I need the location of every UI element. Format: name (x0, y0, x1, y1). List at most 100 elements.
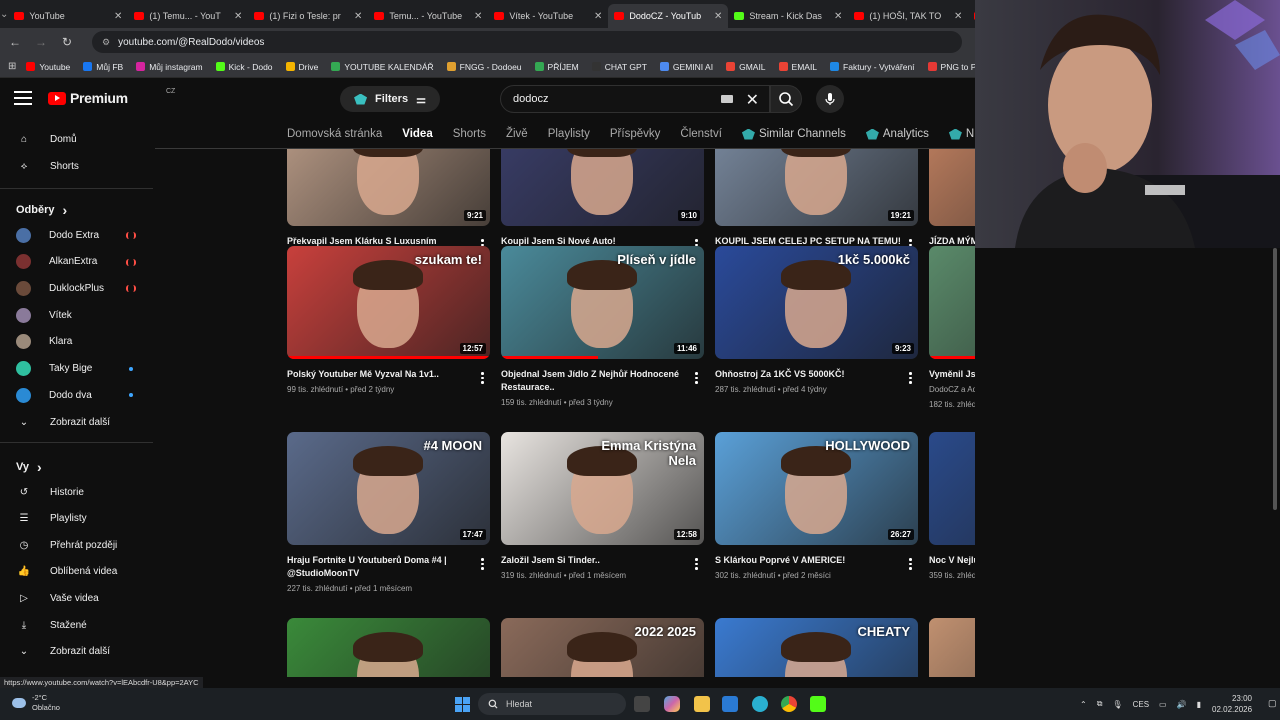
bookmark-item[interactable]: Drive (285, 62, 318, 72)
search-button[interactable] (770, 85, 802, 113)
video-title[interactable]: Ohňostroj Za 1KČ VS 5000KČ! (715, 368, 905, 381)
menu-icon[interactable] (14, 91, 32, 105)
video-thumbnail[interactable]: 19:21 (715, 149, 918, 226)
apps-icon[interactable]: ⊞ (8, 61, 16, 72)
video-thumbnail[interactable]: #4 MOON 17:47 (287, 432, 490, 545)
filters-button[interactable]: Filters ⚌ (340, 86, 440, 112)
video-card[interactable]: 11:01 Vyměnil Jsem Svoje Auta Za Lambo.. D… (929, 246, 975, 411)
browser-tab[interactable]: Stream - Kick Das ✕ (728, 4, 848, 28)
video-card[interactable]: 2022 2025 (501, 618, 704, 677)
video-title[interactable]: Objednal Jsem Jídlo Z Nejhůř Hodnocené R… (501, 368, 691, 394)
chrome-icon[interactable] (781, 696, 797, 712)
reload-icon[interactable]: ↻ (60, 35, 74, 49)
video-thumbnail[interactable]: =1000kč (929, 618, 975, 677)
video-thumbnail[interactable]: RANDE11:55 (929, 432, 975, 545)
tab-příspěvky[interactable]: Příspěvky (610, 128, 661, 140)
task-view-icon[interactable] (634, 696, 650, 712)
video-card[interactable]: CHEATY (715, 618, 918, 677)
tab-close-icon[interactable]: ✕ (234, 11, 242, 22)
more-actions-icon[interactable] (481, 372, 484, 386)
back-icon[interactable]: ← (8, 35, 22, 49)
video-thumbnail[interactable] (929, 149, 975, 226)
forward-icon[interactable]: → (34, 35, 48, 49)
network-icon[interactable]: ▭ (1159, 700, 1167, 709)
bookmark-item[interactable]: Kick - Dodo (215, 62, 273, 72)
video-card[interactable]: #4 MOON 17:47 Hraju Fortnite U Youtuberů D… (287, 432, 490, 595)
bookmark-item[interactable]: YOUTUBE KALENDÁŘ (331, 62, 434, 72)
video-card[interactable]: HOLLYWOOD 26:27 S Klárkou Poprvé V AMERICE… (715, 432, 918, 582)
edge-icon[interactable] (752, 696, 768, 712)
copilot-icon[interactable] (664, 696, 680, 712)
video-author[interactable]: DodoCZ a Adam Bořík (929, 384, 975, 396)
video-title[interactable]: Založil Jsem Si Tinder.. (501, 554, 691, 567)
video-thumbnail[interactable]: Plíseň v jídle 11:46 (501, 246, 704, 359)
tab-close-icon[interactable]: ✕ (354, 11, 362, 22)
weather-widget[interactable]: -2°C Oblačno (12, 693, 60, 713)
bookmark-item[interactable]: CHAT GPT (591, 62, 647, 72)
browser-tab[interactable]: (1) Fizi o Tesle: pr ✕ (248, 4, 368, 28)
browser-tab[interactable]: Vítek - YouTube ✕ (488, 4, 608, 28)
taskbar-clock[interactable]: 23:00 02.02.2026 (1212, 693, 1252, 715)
video-thumbnail[interactable]: 11:01 (929, 246, 975, 359)
bookmark-item[interactable]: Můj FB (83, 62, 123, 72)
video-card[interactable]: =1000kč (929, 618, 975, 677)
video-title[interactable]: Noc V Nejluxusnějším Hotelu S Klárkou! (929, 554, 975, 567)
video-title[interactable]: Hraju Fortnite U Youtuberů Doma #4 | @St… (287, 554, 477, 580)
video-thumbnail[interactable]: 2022 2025 (501, 618, 704, 677)
browser-tab[interactable]: DodoCZ - YouTub ✕ (608, 4, 729, 28)
tab-close-icon[interactable]: ✕ (954, 11, 962, 22)
file-explorer-icon[interactable] (694, 696, 710, 712)
bookmark-item[interactable]: Youtube (26, 62, 70, 72)
more-actions-icon[interactable] (909, 558, 912, 572)
volume-icon[interactable]: 🔊 (1177, 700, 1187, 709)
search-input[interactable]: dodocz ✕ (500, 85, 770, 113)
video-thumbnail[interactable]: szukam te! 12:57 (287, 246, 490, 359)
browser-tab[interactable]: Temu... - YouTube ✕ (368, 4, 488, 28)
video-card[interactable]: Emma Kristýna Nela 12:58 Založil Jsem Si T… (501, 432, 704, 582)
bookmark-item[interactable]: FNGG - Dodoeu (446, 62, 522, 72)
tab-živě[interactable]: Živě (506, 128, 528, 140)
browser-tab[interactable]: (1) HOŠI, TAK TO ✕ (848, 4, 968, 28)
video-thumbnail[interactable]: Emma Kristýna Nela 12:58 (501, 432, 704, 545)
more-actions-icon[interactable] (695, 558, 698, 572)
microphone-tray-icon[interactable]: 🎙 (1112, 700, 1122, 709)
tab-shorts[interactable]: Shorts (453, 128, 486, 140)
video-thumbnail[interactable] (287, 618, 490, 677)
tab-videa[interactable]: Videa (402, 128, 432, 140)
tab-playlisty[interactable]: Playlisty (548, 128, 590, 140)
browser-tab[interactable]: YouTube ✕ (8, 4, 128, 28)
video-card[interactable]: Plíseň v jídle 11:46 Objednal Jsem Jídlo Z… (501, 246, 704, 409)
bookmark-item[interactable]: Můj instagram (136, 62, 203, 72)
video-thumbnail[interactable]: 9:10 (501, 149, 704, 226)
site-info-icon[interactable]: ⚙ (102, 37, 110, 48)
tab-členství[interactable]: Členství (680, 128, 722, 140)
tab-similar-channels[interactable]: Similar Channels (741, 128, 846, 140)
tab-close-icon[interactable]: ✕ (834, 11, 842, 22)
battery-icon[interactable]: ▮ (1197, 700, 1201, 709)
tab-close-icon[interactable]: ✕ (474, 11, 482, 22)
youtube-logo[interactable]: Premium CZ (48, 88, 175, 106)
bookmark-item[interactable]: EMAIL (778, 62, 817, 72)
more-actions-icon[interactable] (481, 558, 484, 572)
outlook-icon[interactable] (722, 696, 738, 712)
video-thumbnail[interactable]: HOLLYWOOD 26:27 (715, 432, 918, 545)
video-card[interactable]: 1kč 5.000kč 9:23 Ohňostroj Za 1KČ VS 5000K… (715, 246, 918, 396)
taskbar-search[interactable]: Hledat (478, 693, 626, 715)
tab-search-icon[interactable]: ⌄ (0, 0, 8, 28)
tab-close-icon[interactable]: ✕ (114, 11, 122, 22)
language-indicator[interactable]: CES (1133, 700, 1149, 709)
bookmark-item[interactable]: GEMINI AI (659, 62, 713, 72)
more-actions-icon[interactable] (695, 372, 698, 386)
notifications-icon[interactable]: ▢ (1268, 698, 1277, 709)
video-title[interactable]: Polský Youtuber Mě Vyzval Na 1v1.. (287, 368, 477, 381)
video-thumbnail[interactable]: 9:21 (287, 149, 490, 226)
bookmark-item[interactable]: Faktury - Vytváření (830, 62, 915, 72)
start-icon[interactable] (455, 697, 470, 712)
video-thumbnail[interactable]: 1kč 5.000kč 9:23 (715, 246, 918, 359)
video-thumbnail[interactable]: CHEATY (715, 618, 918, 677)
video-card[interactable]: szukam te! 12:57 Polský Youtuber Mě Vyzval… (287, 246, 490, 396)
video-card[interactable] (287, 618, 490, 677)
tab-close-icon[interactable]: ✕ (714, 11, 722, 22)
tray-chevron-icon[interactable]: ⌃ (1080, 700, 1087, 709)
voice-search-button[interactable] (816, 85, 844, 113)
